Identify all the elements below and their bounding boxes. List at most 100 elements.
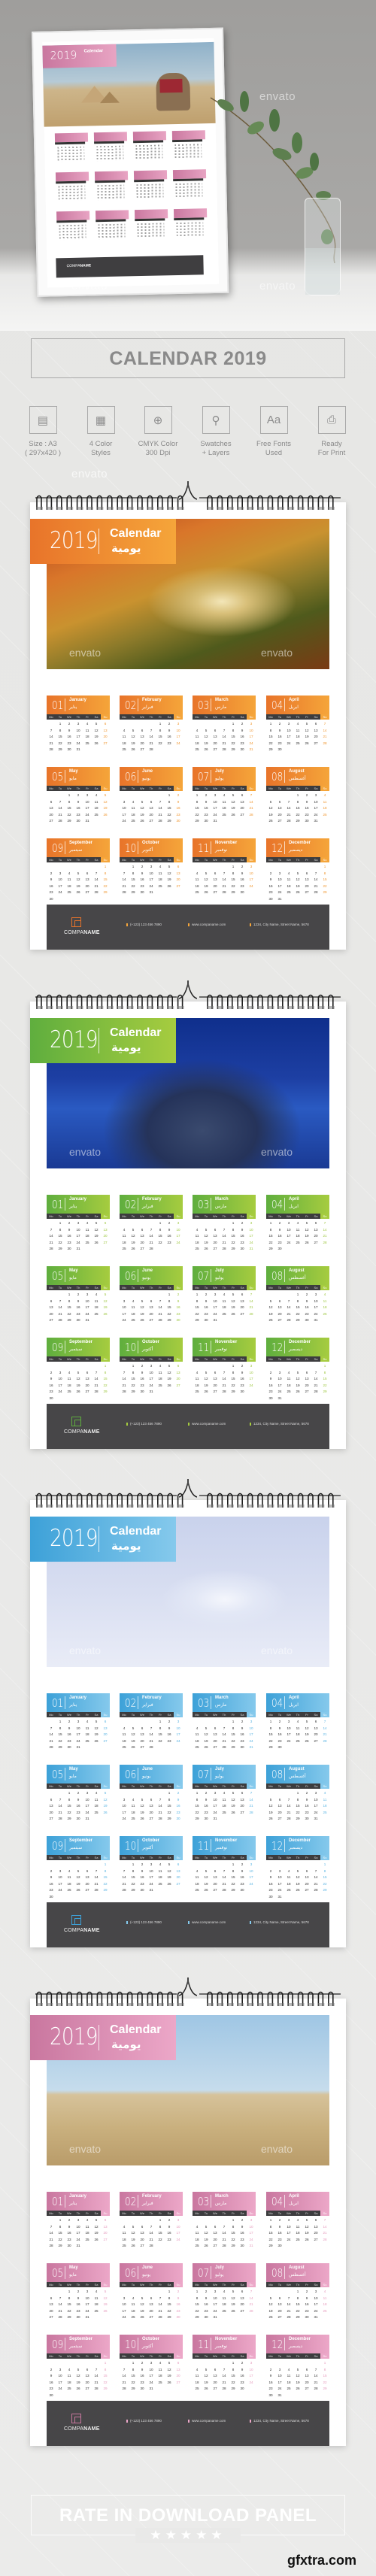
day-cell: 12	[94, 728, 99, 732]
day-cell: 29	[323, 2387, 327, 2390]
day-cell: 30	[305, 2315, 309, 2319]
day-cell: 21	[149, 1738, 153, 1743]
day-cell: 13	[176, 871, 180, 875]
day-cell: 22	[158, 741, 162, 745]
day-cell-empty	[193, 2361, 202, 2365]
month-divider	[284, 1269, 285, 1282]
weekday-label: Mo	[266, 1712, 275, 1717]
day-cell: 10	[277, 877, 282, 881]
day-cell: 25	[131, 2315, 135, 2319]
day-cell: 19	[305, 2231, 309, 2235]
day-cell-empty	[220, 2361, 229, 2365]
day-cell: 9	[168, 2224, 171, 2229]
month-name-en: January	[69, 2194, 87, 2199]
day-cell-empty	[202, 2361, 211, 2365]
month-number: 09	[52, 2338, 64, 2351]
day-cell: 10	[176, 1227, 180, 1232]
day-cell: 23	[67, 1738, 71, 1743]
day-cell: 24	[58, 1888, 62, 1892]
day-cell: 3	[123, 799, 126, 804]
day-cell: 9	[177, 1299, 180, 1303]
day-cell-empty	[193, 1862, 202, 1867]
day-cell-empty	[120, 1221, 129, 1226]
day-cell: 22	[131, 1383, 135, 1387]
month-number: 02	[125, 1198, 137, 1211]
weekday-label: Th	[220, 857, 229, 862]
weekday-label: Sa	[238, 2211, 247, 2216]
weekday-label: Tu	[56, 2282, 65, 2287]
location-pin-icon	[250, 923, 251, 926]
footer-address-text: 1234, City Name, Street Name, 5678	[253, 2419, 309, 2423]
day-cell: 16	[167, 1234, 171, 1238]
day-cell: 18	[67, 883, 71, 888]
day-cell: 31	[149, 890, 153, 894]
day-cell: 20	[149, 1810, 153, 1814]
day-cell: 28	[287, 1817, 291, 1820]
day-cell: 23	[67, 1240, 71, 1244]
day-cell: 29	[268, 2244, 273, 2247]
day-cell: 24	[213, 812, 217, 817]
weekday-label: We	[138, 2211, 147, 2216]
day-cell: 22	[131, 2380, 135, 2384]
weekday-label: Tu	[56, 1855, 65, 1860]
mini-weekday-bar	[55, 141, 86, 145]
weekday-label: Fr	[83, 1285, 92, 1290]
mini-month-header	[171, 130, 206, 141]
day-cell: 10	[122, 2302, 126, 2306]
month-block: 05 May مايو Mo Tu We Th Fr Sa Su 1 2 3 4 5 6 7 8 9 10 11 12 13…	[47, 1765, 110, 1829]
weekday-label: Su	[320, 1285, 329, 1290]
magnifier-icon: ⚲	[202, 406, 230, 434]
day-cell: 22	[67, 1810, 71, 1814]
day-grid: 1 2 3 4 5 6 7 8 9 10 11 12 13 14 15 16 17 18 19 20 21 22 23 24 2…	[266, 793, 329, 823]
day-cell: 18	[122, 2237, 126, 2241]
day-cell: 5	[296, 871, 299, 875]
day-cell: 31	[149, 1888, 153, 1892]
month-header: 08 August أغسطس	[266, 1765, 329, 1784]
weekday-label: Sa	[311, 1855, 320, 1860]
day-cell: 24	[149, 1383, 153, 1387]
day-cell: 25	[195, 2387, 199, 2390]
day-cell: 26	[204, 747, 208, 751]
month-name-en: June	[142, 1767, 153, 1771]
day-cell: 15	[323, 2374, 327, 2377]
day-cell: 21	[122, 1383, 126, 1387]
weekday-label: We	[211, 714, 220, 720]
day-cell: 30	[204, 1318, 208, 1322]
day-cell-empty	[202, 1364, 211, 1368]
day-cell: 15	[231, 1875, 235, 1879]
day-cell: 27	[149, 819, 153, 823]
month-name-en: March	[215, 1197, 229, 1202]
frame-mini-month	[94, 171, 129, 202]
day-cell: 5	[205, 1726, 208, 1730]
weekday-label: Mo	[266, 1356, 275, 1362]
day-cell-empty	[147, 793, 156, 798]
day-cell: 21	[249, 2302, 253, 2306]
weekday-label: Su	[247, 1285, 256, 1290]
day-cell: 14	[314, 1377, 318, 1380]
month-header: 07 July يوليو	[193, 2263, 256, 2282]
day-grid: 1 2 3 4 5 6 7 8 9 10 11 12 13 14 15 16 17 18 19 20 21 22 23 24 2…	[120, 1791, 183, 1821]
day-cell: 26	[268, 1318, 273, 1322]
day-cell: 17	[149, 2374, 153, 2377]
day-cell: 8	[296, 2296, 299, 2300]
calendar-header: 2019 Calendar يومية	[30, 1018, 176, 1063]
day-cell: 30	[67, 1247, 71, 1250]
day-cell: 12	[94, 1227, 99, 1232]
day-cell: 18	[195, 1881, 199, 1886]
weekday-label: Su	[101, 786, 110, 791]
day-cell: 14	[149, 2231, 153, 2235]
day-cell: 6	[241, 1791, 244, 1795]
day-cell: 28	[323, 741, 327, 745]
feature-label-line: Used	[265, 449, 283, 457]
mini-weekday-bar	[94, 141, 125, 144]
day-cell: 11	[195, 2374, 199, 2377]
day-cell: 23	[76, 812, 80, 817]
day-cell: 2	[177, 2290, 180, 2293]
day-cell: 12	[103, 1299, 108, 1303]
day-cell: 11	[158, 871, 162, 875]
day-cell: 22	[195, 1810, 199, 1814]
day-cell: 30	[240, 890, 244, 894]
day-cell: 24	[176, 2237, 180, 2241]
month-divider	[284, 1696, 285, 1709]
day-cell: 27	[314, 741, 318, 745]
